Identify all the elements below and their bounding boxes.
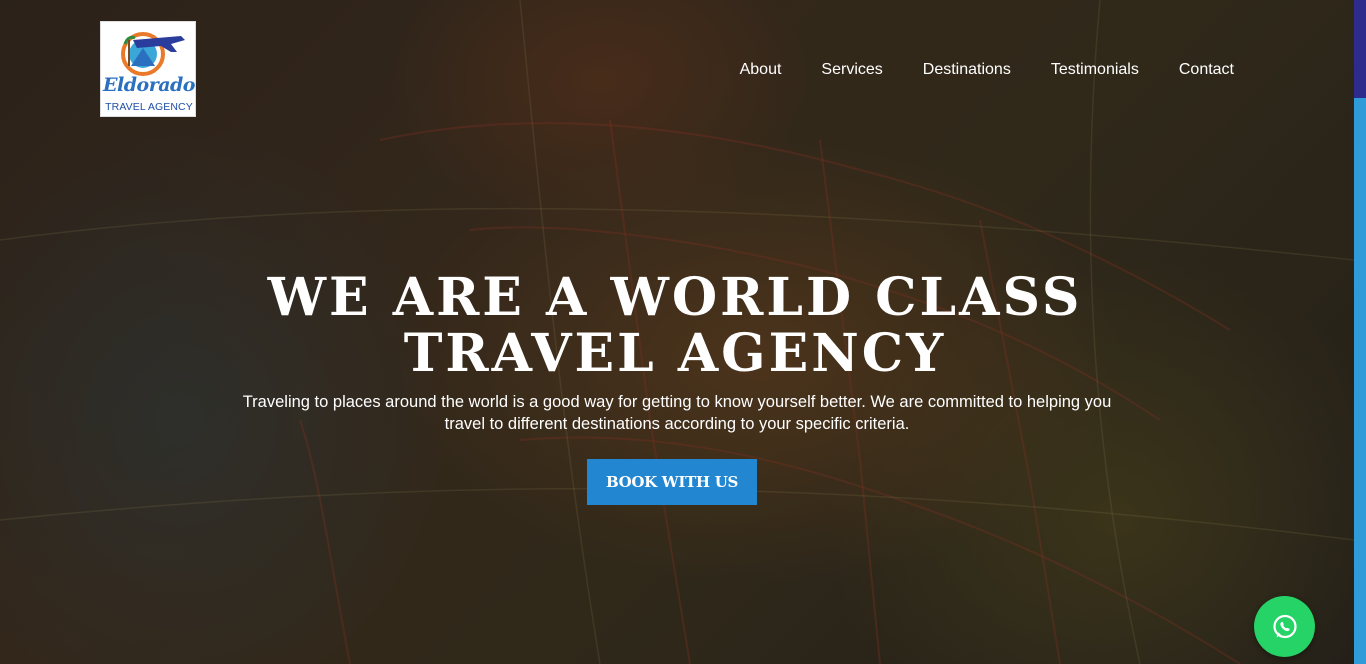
nav-services[interactable]: Services: [821, 60, 882, 80]
headline-line-2: TRAVEL AGENCY: [403, 323, 947, 384]
nav-testimonials[interactable]: Testimonials: [1051, 60, 1139, 80]
logo-subtitle: TRAVEL AGENCY: [105, 101, 193, 113]
nav-contact[interactable]: Contact: [1179, 60, 1234, 80]
logo-wordmark: Eldorado: [103, 74, 195, 96]
book-with-us-button[interactable]: BOOK WITH US: [587, 459, 757, 505]
main-nav: About Services Destinations Testimonials…: [740, 60, 1234, 80]
page-scrollbar[interactable]: [1354, 0, 1366, 664]
hero-tagline: Traveling to places around the world is …: [242, 393, 1112, 433]
hero-headline: WE ARE A WORLD CLASS TRAVEL AGENCY: [200, 270, 1150, 382]
brand-logo[interactable]: Eldorado TRAVEL AGENCY: [100, 21, 196, 117]
scrollbar-thumb[interactable]: [1354, 0, 1366, 98]
whatsapp-chat-button[interactable]: [1254, 596, 1315, 657]
airplane-palm-icon: [121, 32, 185, 76]
headline-line-1: WE ARE A WORLD CLASS: [267, 267, 1083, 328]
whatsapp-icon: [1272, 614, 1297, 638]
nav-about[interactable]: About: [740, 60, 782, 80]
nav-destinations[interactable]: Destinations: [923, 60, 1011, 80]
